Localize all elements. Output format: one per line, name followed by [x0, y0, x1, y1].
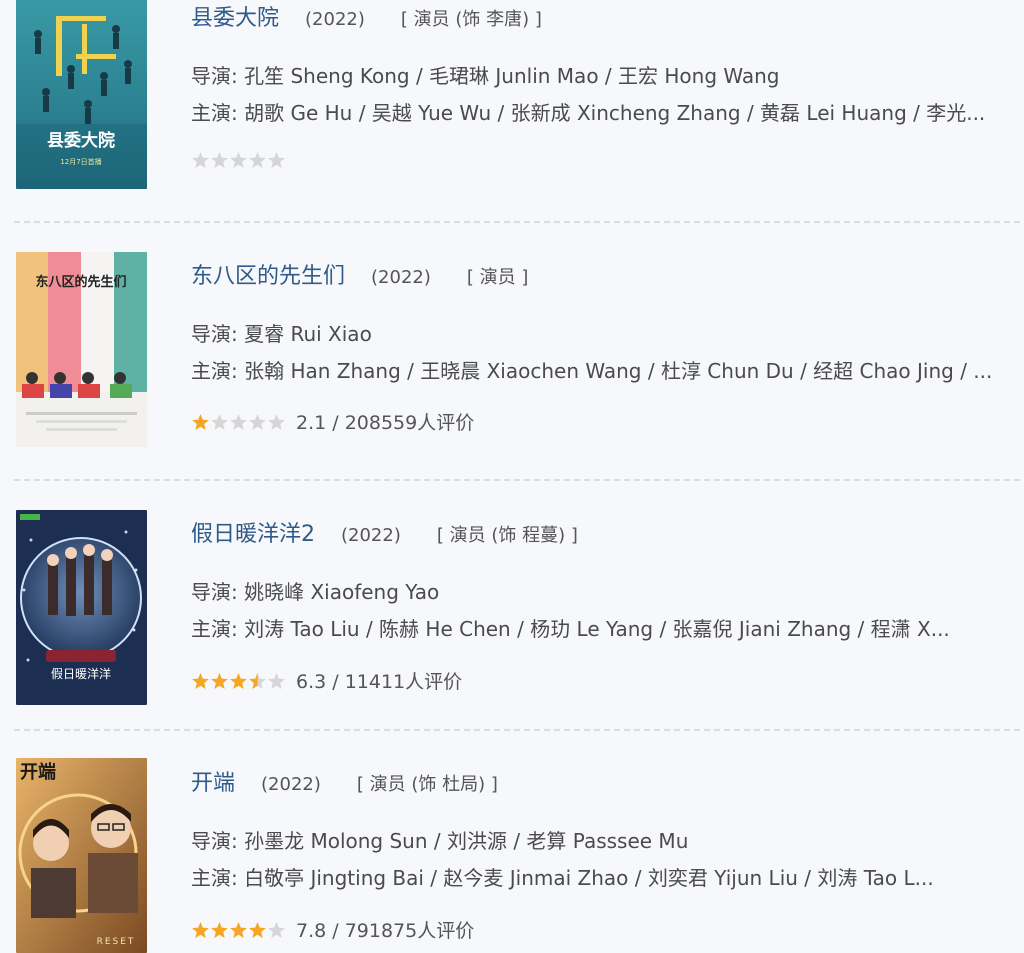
director-label: 导演:	[191, 322, 238, 346]
rating-row: 6.3 / 11411人评价	[191, 667, 462, 694]
cast-label: 主演:	[191, 617, 238, 641]
svg-text:开端: 开端	[20, 762, 56, 783]
item-title-link[interactable]: 开端	[191, 765, 235, 797]
star-icon	[211, 921, 228, 938]
star-icon	[249, 921, 266, 938]
poster-image[interactable]: 假日暖洋洋	[16, 510, 147, 705]
rating-row: 7.8 / 791875人评价	[191, 916, 474, 943]
item-year: (2022)	[341, 525, 401, 546]
svg-text:东八区的先生们: 东八区的先生们	[35, 274, 126, 290]
star-icon	[211, 152, 228, 168]
director-label: 导演:	[191, 64, 238, 88]
poster-image[interactable]: 开端 RESET	[16, 758, 147, 953]
star-icon	[268, 921, 285, 938]
poster-art: 假日暖洋洋	[16, 510, 147, 705]
item-role: [ 演员 ]	[466, 267, 529, 288]
star-icon	[230, 672, 247, 689]
svg-text:12月7日首播: 12月7日首播	[60, 157, 101, 166]
divider	[14, 729, 1020, 731]
star-icon	[192, 672, 209, 689]
star-icon	[230, 152, 247, 168]
item-role: [ 演员 (饰 程蔓) ]	[436, 525, 578, 546]
star-icon	[249, 672, 266, 689]
star-icon	[249, 152, 266, 168]
svg-text:假日暖洋洋: 假日暖洋洋	[51, 666, 111, 681]
cast-label: 主演:	[191, 359, 238, 383]
rating-stars	[191, 672, 286, 690]
cast-label: 主演:	[191, 866, 238, 890]
svg-text:RESET: RESET	[97, 937, 136, 947]
cast-names: 刘涛 Tao Liu / 陈赫 He Chen / 杨玏 Le Yang / 张…	[244, 617, 950, 641]
item-role: [ 演员 (饰 李唐) ]	[400, 9, 542, 30]
item-year: (2022)	[305, 9, 365, 30]
rating-row	[191, 151, 296, 169]
item-title-link[interactable]: 县委大院	[191, 0, 279, 32]
director-names: 孔笙 Sheng Kong / 毛珺琳 Junlin Mao / 王宏 Hong…	[244, 64, 780, 88]
rating-row: 2.1 / 208559人评价	[191, 408, 474, 435]
director-label: 导演:	[191, 580, 238, 604]
director-line: 导演: 姚晓峰 Xiaofeng Yao	[191, 576, 1024, 605]
poster-art: 东八区的先生们	[16, 252, 147, 447]
cast-line: 主演: 张翰 Han Zhang / 王晓晨 Xiaochen Wang / 杜…	[191, 355, 1024, 384]
rating-stars	[191, 413, 286, 431]
director-names: 姚晓峰 Xiaofeng Yao	[244, 580, 440, 604]
item-role: [ 演员 (饰 杜局) ]	[356, 774, 498, 795]
director-label: 导演:	[191, 829, 238, 853]
director-line: 导演: 夏睿 Rui Xiao	[191, 318, 1024, 347]
divider	[14, 221, 1020, 223]
divider	[14, 479, 1020, 481]
poster-art: 县委大院 12月7日首播	[16, 0, 147, 189]
rating-text: 6.3 / 11411人评价	[296, 671, 463, 693]
star-icon	[211, 413, 228, 430]
star-icon	[192, 921, 209, 938]
director-names: 夏睿 Rui Xiao	[244, 322, 372, 346]
star-icon	[192, 152, 209, 168]
rating-text: 2.1 / 208559人评价	[296, 412, 475, 434]
star-icon	[249, 413, 266, 430]
svg-text:县委大院: 县委大院	[47, 130, 115, 151]
item-year: (2022)	[371, 267, 431, 288]
item-year: (2022)	[261, 774, 321, 795]
star-icon	[268, 672, 285, 689]
star-icon	[268, 413, 285, 430]
star-icon	[211, 672, 228, 689]
poster-art: 开端 RESET	[16, 758, 147, 953]
cast-line: 主演: 刘涛 Tao Liu / 陈赫 He Chen / 杨玏 Le Yang…	[191, 613, 1024, 642]
cast-label: 主演:	[191, 101, 238, 125]
director-names: 孙墨龙 Molong Sun / 刘洪源 / 老算 Passsee Mu	[244, 829, 689, 853]
poster-image[interactable]: 县委大院 12月7日首播	[16, 0, 147, 189]
director-line: 导演: 孙墨龙 Molong Sun / 刘洪源 / 老算 Passsee Mu	[191, 825, 1024, 854]
director-line: 导演: 孔笙 Sheng Kong / 毛珺琳 Junlin Mao / 王宏 …	[191, 60, 1024, 89]
rating-stars	[191, 151, 286, 169]
cast-line: 主演: 白敬亭 Jingting Bai / 赵今麦 Jinmai Zhao /…	[191, 862, 1024, 891]
star-icon	[192, 413, 209, 430]
cast-line: 主演: 胡歌 Ge Hu / 吴越 Yue Wu / 张新成 Xincheng …	[191, 97, 1024, 126]
cast-names: 胡歌 Ge Hu / 吴越 Yue Wu / 张新成 Xincheng Zhan…	[244, 101, 986, 125]
filmography-list: 县委大院 12月7日首播 县委大院 (2022) [ 演员 (饰 李唐) ] 导…	[0, 0, 1024, 953]
item-title-link[interactable]: 东八区的先生们	[191, 258, 345, 290]
star-icon	[230, 921, 247, 938]
star-icon	[268, 152, 285, 168]
cast-names: 张翰 Han Zhang / 王晓晨 Xiaochen Wang / 杜淳 Ch…	[244, 359, 993, 383]
star-icon	[230, 413, 247, 430]
rating-stars	[191, 921, 286, 939]
cast-names: 白敬亭 Jingting Bai / 赵今麦 Jinmai Zhao / 刘奕君…	[244, 866, 934, 890]
item-title-link[interactable]: 假日暖洋洋2	[191, 516, 315, 548]
rating-text: 7.8 / 791875人评价	[296, 920, 475, 942]
poster-image[interactable]: 东八区的先生们	[16, 252, 147, 447]
